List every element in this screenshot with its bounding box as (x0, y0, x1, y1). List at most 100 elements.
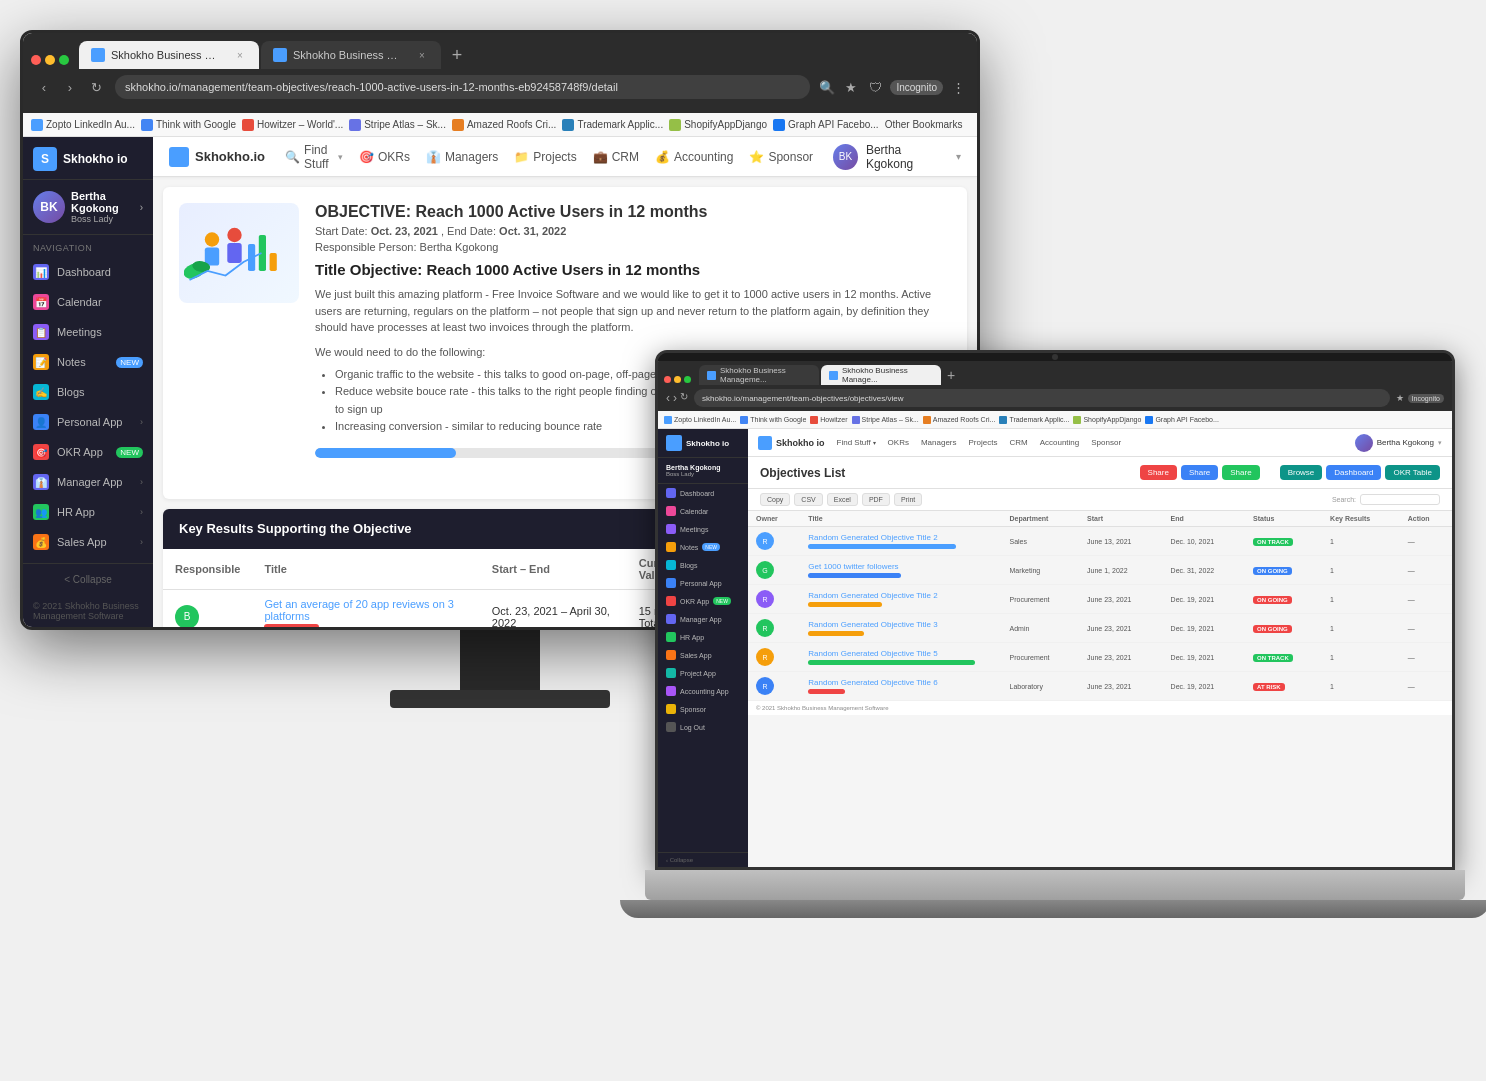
topnav-projects[interactable]: 📁 Projects (514, 150, 576, 164)
bookmark-howitzer[interactable]: Howitzer – World'... (242, 119, 343, 131)
kr-title-link-1[interactable]: Get an average of 20 app reviews on 3 pl… (264, 598, 467, 622)
forward-button[interactable]: › (59, 76, 81, 98)
laptop-search-input[interactable] (1360, 494, 1440, 505)
sidebar-collapse-button[interactable]: < Collapse (23, 563, 153, 595)
obj-action-5[interactable]: — (1400, 643, 1452, 672)
laptop-new-tab[interactable]: + (943, 367, 959, 383)
url-bar[interactable]: skhokho.io/management/team-objectives/re… (115, 75, 810, 99)
laptop-share-btn-green[interactable]: Share (1222, 465, 1259, 480)
laptop-back-btn[interactable]: ‹ (666, 391, 670, 405)
laptop-sidebar-item-meetings[interactable]: Meetings (658, 520, 748, 538)
obj-action-4[interactable]: — (1400, 614, 1452, 643)
obj-title-link-3[interactable]: Random Generated Objective Title 2 (808, 591, 937, 600)
laptop-sidebar-item-project[interactable]: Project App (658, 664, 748, 682)
topnav-managers[interactable]: 👔 Managers (426, 150, 498, 164)
laptop-sidebar-item-sales[interactable]: Sales App (658, 646, 748, 664)
topnav-find-stuff[interactable]: 🔍 Find Stuff ▾ (285, 143, 343, 171)
laptop-bookmark-trademark[interactable]: Trademark Applic... (999, 416, 1069, 424)
shield-icon[interactable]: 🛡 (866, 78, 884, 96)
laptop-user-chevron[interactable]: ▾ (1438, 439, 1442, 447)
laptop-share-btn-blue[interactable]: Share (1181, 465, 1218, 480)
laptop-url-bar[interactable]: skhokho.io/management/team-objectives/ob… (694, 389, 1390, 407)
laptop-filter-csv[interactable]: CSV (794, 493, 822, 506)
laptop-sidebar-item-calendar[interactable]: Calendar (658, 502, 748, 520)
laptop-sidebar-item-sponsor[interactable]: Sponsor (658, 700, 748, 718)
tab-close-2[interactable]: × (415, 48, 429, 62)
laptop-maximize-btn[interactable] (684, 376, 691, 383)
laptop-topnav-accounting[interactable]: Accounting (1040, 438, 1080, 447)
bookmark-other[interactable]: Other Bookmarks (885, 119, 963, 130)
laptop-bookmark-howitzer[interactable]: Howitzer (810, 416, 847, 424)
laptop-sidebar-item-dashboard[interactable]: Dashboard (658, 484, 748, 502)
topnav-crm[interactable]: 💼 CRM (593, 150, 639, 164)
obj-title-link-1[interactable]: Random Generated Objective Title 2 (808, 533, 937, 542)
browser-tab-2[interactable]: Skhokho Business Manageme... × (261, 41, 441, 69)
search-icon[interactable]: 🔍 (818, 78, 836, 96)
bookmark-stripe[interactable]: Stripe Atlas – Sk... (349, 119, 446, 131)
bookmark-icon[interactable]: ★ (842, 78, 860, 96)
laptop-sidebar-item-personal[interactable]: Personal App (658, 574, 748, 592)
laptop-forward-btn[interactable]: › (673, 391, 677, 405)
laptop-dashboard-btn[interactable]: Dashboard (1326, 465, 1381, 480)
obj-title-link-6[interactable]: Random Generated Objective Title 6 (808, 678, 937, 687)
sidebar-item-okr-app[interactable]: 🎯 OKR App NEW (23, 437, 153, 467)
laptop-reload-btn[interactable]: ↻ (680, 391, 688, 405)
obj-action-3[interactable]: — (1400, 585, 1452, 614)
obj-title-link-4[interactable]: Random Generated Objective Title 3 (808, 620, 937, 629)
topnav-sponsor[interactable]: ⭐ Sponsor (749, 150, 813, 164)
laptop-bookmark-icon[interactable]: ★ (1396, 393, 1404, 403)
menu-icon[interactable]: ⋮ (949, 78, 967, 96)
sidebar-item-personal-app[interactable]: 👤 Personal App › (23, 407, 153, 437)
user-nav-chevron[interactable]: ▾ (956, 151, 961, 162)
obj-title-link-5[interactable]: Random Generated Objective Title 5 (808, 649, 937, 658)
laptop-bookmark-amazed[interactable]: Amazed Roofs Cri... (923, 416, 996, 424)
bookmark-zopto[interactable]: Zopto LinkedIn Au... (31, 119, 135, 131)
laptop-sidebar-item-manager[interactable]: Manager App (658, 610, 748, 628)
laptop-sidebar-item-notes[interactable]: Notes NEW (658, 538, 748, 556)
minimize-btn[interactable] (45, 55, 55, 65)
back-button[interactable]: ‹ (33, 76, 55, 98)
laptop-bookmark-zopto[interactable]: Zopto LinkedIn Au... (664, 416, 736, 424)
laptop-topnav-projects[interactable]: Projects (969, 438, 998, 447)
bookmark-shopify[interactable]: ShopifyAppDjango (669, 119, 767, 131)
sidebar-item-sales-app[interactable]: 💰 Sales App › (23, 527, 153, 557)
laptop-filter-print[interactable]: Print (894, 493, 922, 506)
obj-action-1[interactable]: — (1400, 527, 1452, 556)
laptop-bookmark-graph[interactable]: Graph API Facebo... (1145, 416, 1218, 424)
laptop-topnav-managers[interactable]: Managers (921, 438, 957, 447)
tab-close-1[interactable]: × (233, 48, 247, 62)
bookmark-amazed[interactable]: Amazed Roofs Cri... (452, 119, 556, 131)
laptop-collapse-button[interactable]: ‹ Collapse (658, 852, 748, 867)
laptop-topnav-find-stuff[interactable]: Find Stuff ▾ (837, 438, 876, 447)
bookmark-trademark[interactable]: Trademark Applic... (562, 119, 663, 131)
laptop-topnav-sponsor[interactable]: Sponsor (1091, 438, 1121, 447)
laptop-okr-table-btn[interactable]: OKR Table (1385, 465, 1440, 480)
reload-button[interactable]: ↻ (85, 76, 107, 98)
browser-tab-1[interactable]: Skhokho Business Manageme... × (79, 41, 259, 69)
laptop-sidebar-item-hr[interactable]: HR App (658, 628, 748, 646)
laptop-filter-copy[interactable]: Copy (760, 493, 790, 506)
laptop-bookmark-google[interactable]: Think with Google (740, 416, 806, 424)
laptop-tab-2[interactable]: Skhokho Business Manage... (821, 365, 941, 385)
laptop-tab-1[interactable]: Skhokho Business Manageme... (699, 365, 819, 385)
laptop-close-btn[interactable] (664, 376, 671, 383)
sidebar-item-blogs[interactable]: ✍️ Blogs (23, 377, 153, 407)
sidebar-item-manager-app[interactable]: 👔 Manager App › (23, 467, 153, 497)
laptop-filter-excel[interactable]: Excel (827, 493, 858, 506)
laptop-browse-btn[interactable]: Browse (1280, 465, 1323, 480)
sidebar-item-meetings[interactable]: 📋 Meetings (23, 317, 153, 347)
laptop-topnav-okrs[interactable]: OKRs (888, 438, 909, 447)
sidebar-item-hr-app[interactable]: 👥 HR App › (23, 497, 153, 527)
laptop-sidebar-item-accounting[interactable]: Accounting App (658, 682, 748, 700)
topnav-okrs[interactable]: 🎯 OKRs (359, 150, 410, 164)
laptop-share-btn-red[interactable]: Share (1140, 465, 1177, 480)
laptop-bookmark-shopify[interactable]: ShopifyAppDjango (1073, 416, 1141, 424)
sidebar-item-calendar[interactable]: 📅 Calendar (23, 287, 153, 317)
user-dropdown-arrow[interactable]: › (140, 202, 143, 213)
laptop-sidebar-item-blogs[interactable]: Blogs (658, 556, 748, 574)
laptop-minimize-btn[interactable] (674, 376, 681, 383)
close-btn[interactable] (31, 55, 41, 65)
laptop-sidebar-item-okr[interactable]: OKR App NEW (658, 592, 748, 610)
sidebar-item-notes[interactable]: 📝 Notes NEW (23, 347, 153, 377)
laptop-sidebar-item-logout[interactable]: Log Out (658, 718, 748, 736)
